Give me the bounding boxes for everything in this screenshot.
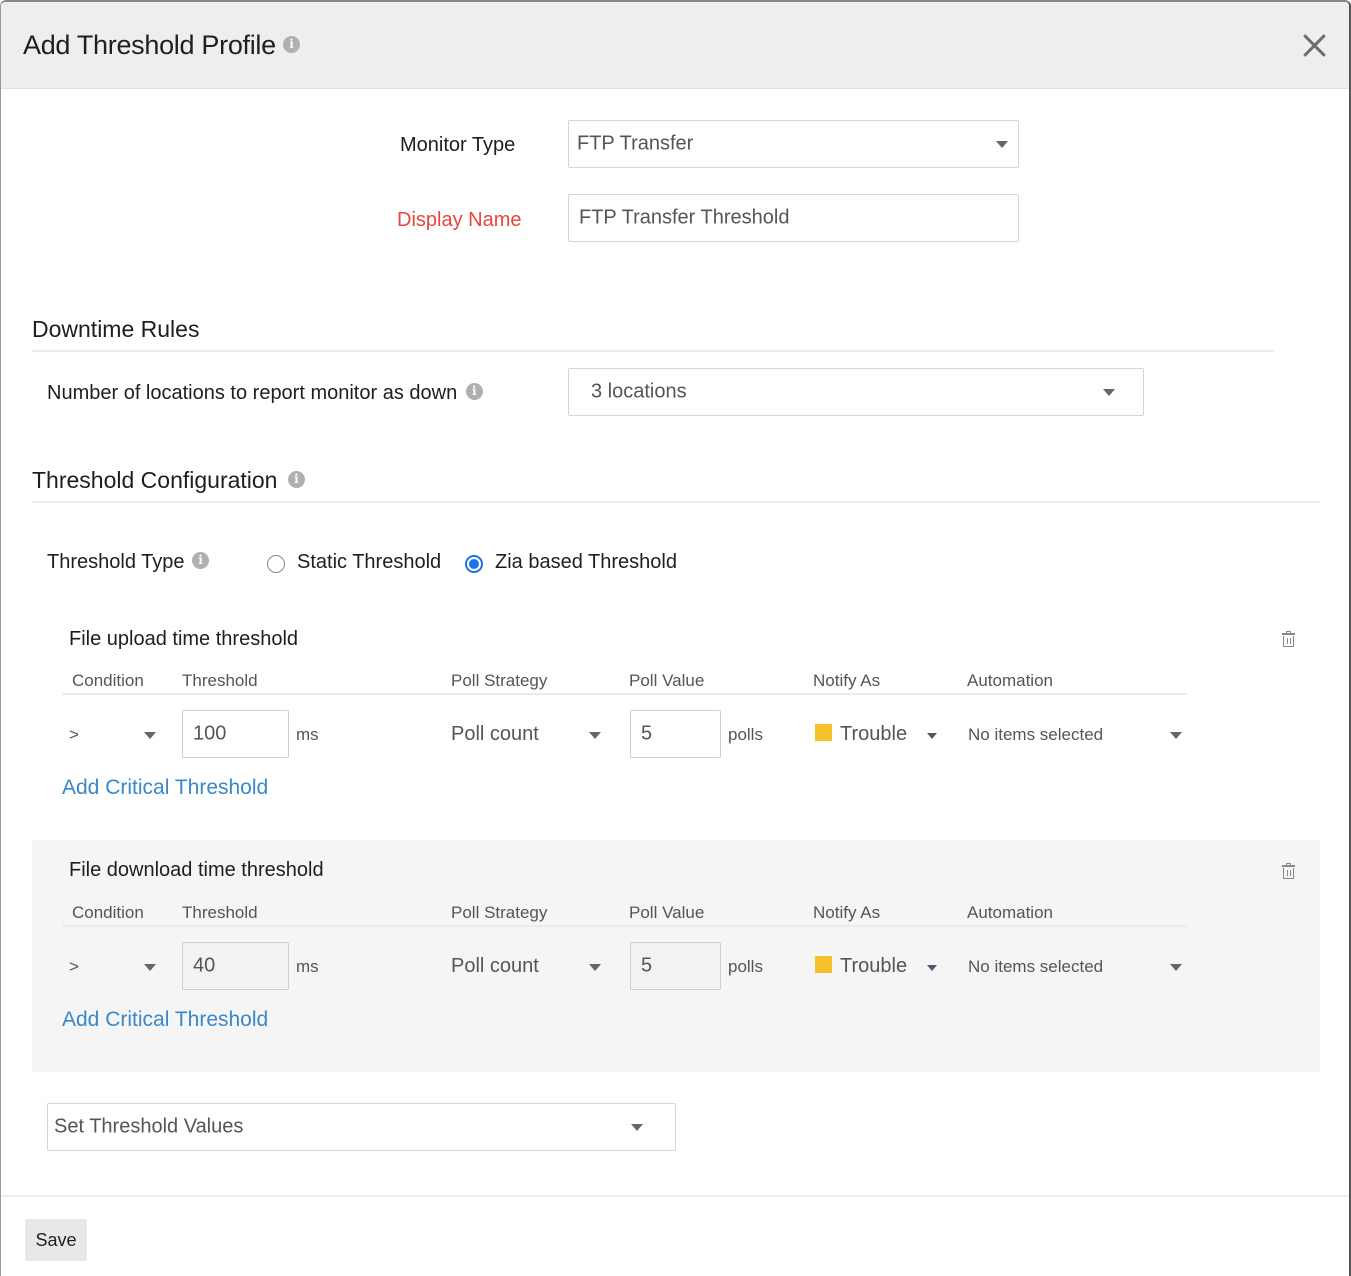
- condition-value: >: [69, 957, 79, 976]
- monitor-type-label: Monitor Type: [400, 134, 516, 156]
- download-threshold-block: File download time threshold Condition T…: [32, 840, 1320, 1072]
- monitor-type-value: FTP Transfer: [577, 132, 694, 155]
- column-header-notify-as: Notify As: [813, 903, 881, 922]
- downtime-rules-divider: [32, 350, 1275, 352]
- locations-label-text: Number of locations to report monitor as…: [47, 382, 458, 404]
- column-header-poll-strategy: Poll Strategy: [451, 903, 548, 922]
- column-header-poll-value: Poll Value: [629, 671, 705, 690]
- threshold-type-text: Threshold Type: [47, 551, 185, 573]
- poll-unit: polls: [728, 725, 763, 744]
- trouble-status-swatch: [815, 724, 832, 741]
- threshold-unit: ms: [296, 725, 319, 744]
- add-critical-threshold-link[interactable]: Add Critical Threshold: [62, 1008, 268, 1032]
- save-button[interactable]: Save: [25, 1219, 87, 1261]
- poll-value-input[interactable]: 5: [630, 710, 721, 758]
- poll-strategy-value: Poll count: [451, 955, 539, 977]
- chevron-down-icon: [1170, 732, 1182, 739]
- chevron-down-icon: [1103, 389, 1115, 396]
- dialog-title-text: Add Threshold Profile: [23, 30, 276, 60]
- static-threshold-label[interactable]: Static Threshold: [297, 551, 441, 574]
- poll-strategy-value: Poll count: [451, 723, 539, 745]
- set-threshold-values-text: Set Threshold Values: [54, 1115, 244, 1138]
- threshold-unit: ms: [296, 957, 319, 976]
- header-divider: [62, 693, 1187, 695]
- set-threshold-values-select[interactable]: Set Threshold Values: [47, 1103, 676, 1151]
- close-icon[interactable]: [1301, 32, 1327, 58]
- info-icon[interactable]: i: [287, 471, 305, 489]
- column-header-condition: Condition: [72, 671, 144, 690]
- chevron-down-icon: [631, 1124, 643, 1131]
- column-header-poll-strategy: Poll Strategy: [451, 671, 548, 690]
- trouble-status-swatch: [815, 956, 832, 973]
- zia-threshold-radio[interactable]: [465, 555, 483, 573]
- column-header-threshold: Threshold: [182, 671, 258, 690]
- static-threshold-radio[interactable]: [267, 555, 285, 573]
- threshold-value: 40: [193, 954, 216, 977]
- display-name-label: Display Name: [397, 209, 522, 231]
- downtime-rules-heading: Downtime Rules: [32, 316, 200, 342]
- zia-threshold-label[interactable]: Zia based Threshold: [495, 551, 677, 574]
- chevron-down-icon: [144, 964, 156, 971]
- add-threshold-profile-dialog: Add Threshold Profile i Monitor Type FTP …: [0, 0, 1351, 1276]
- column-header-automation: Automation: [967, 903, 1053, 922]
- info-icon[interactable]: i: [282, 36, 300, 54]
- threshold-config-heading: Threshold Configuration i: [32, 467, 305, 494]
- poll-unit: polls: [728, 957, 763, 976]
- chevron-down-icon: [927, 965, 937, 971]
- locations-label: Number of locations to report monitor as…: [47, 382, 483, 405]
- trash-icon[interactable]: [1282, 631, 1295, 647]
- poll-value: 5: [641, 954, 653, 977]
- column-header-automation: Automation: [967, 671, 1053, 690]
- info-icon[interactable]: i: [192, 552, 210, 570]
- threshold-value: 100: [193, 722, 227, 745]
- chevron-down-icon: [1170, 964, 1182, 971]
- dialog-header: Add Threshold Profile i: [1, 2, 1349, 89]
- threshold-value-input[interactable]: 40: [182, 942, 289, 990]
- display-name-input[interactable]: FTP Transfer Threshold: [568, 194, 1019, 242]
- poll-value-input[interactable]: 5: [630, 942, 721, 990]
- monitor-type-select[interactable]: FTP Transfer: [568, 120, 1019, 168]
- automation-value: No items selected: [968, 957, 1104, 976]
- upload-threshold-block: File upload time threshold Condition Thr…: [32, 608, 1320, 828]
- chevron-down-icon: [589, 732, 601, 739]
- trash-icon[interactable]: [1282, 863, 1295, 879]
- threshold-value-input[interactable]: 100: [182, 710, 289, 758]
- chevron-down-icon: [927, 733, 937, 739]
- column-header-notify-as: Notify As: [813, 671, 881, 690]
- automation-value: No items selected: [968, 725, 1104, 744]
- chevron-down-icon: [996, 141, 1008, 148]
- chevron-down-icon: [589, 964, 601, 971]
- condition-value: >: [69, 725, 79, 744]
- display-name-value: FTP Transfer Threshold: [579, 206, 790, 229]
- locations-select[interactable]: 3 locations: [568, 368, 1144, 416]
- notify-as-value: Trouble: [840, 955, 908, 977]
- dialog-title: Add Threshold Profile i: [23, 30, 300, 61]
- column-header-condition: Condition: [72, 903, 144, 922]
- threshold-config-title: Threshold Configuration: [32, 467, 278, 493]
- notify-as-value: Trouble: [840, 723, 908, 745]
- footer-divider: [1, 1195, 1349, 1197]
- column-header-threshold: Threshold: [182, 903, 258, 922]
- add-critical-threshold-link[interactable]: Add Critical Threshold: [62, 776, 268, 800]
- column-header-poll-value: Poll Value: [629, 903, 705, 922]
- threshold-block-title: File upload time threshold: [69, 628, 299, 650]
- chevron-down-icon: [144, 732, 156, 739]
- locations-value: 3 locations: [591, 380, 687, 403]
- threshold-block-title: File download time threshold: [69, 859, 324, 881]
- poll-value: 5: [641, 722, 653, 745]
- header-divider: [62, 925, 1187, 927]
- info-icon[interactable]: i: [465, 383, 483, 401]
- threshold-type-label: Threshold Type i: [47, 551, 210, 574]
- threshold-config-divider: [32, 501, 1320, 503]
